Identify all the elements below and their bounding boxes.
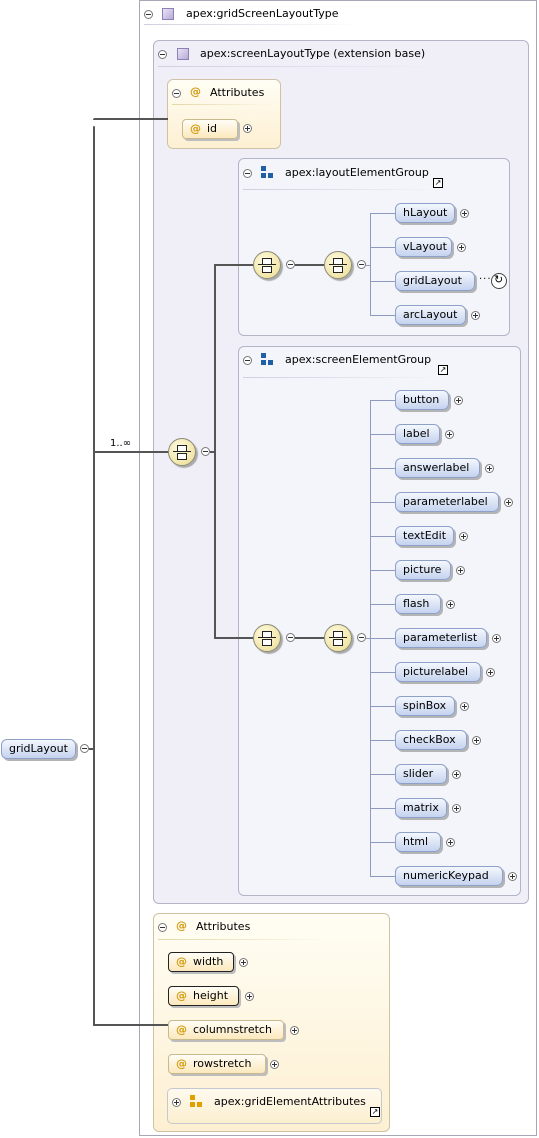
collapse-main-sequence-button[interactable] [201,447,210,456]
attribute-columnstretch[interactable]: @ columnstretch [168,1020,284,1040]
jump-arrow-icon[interactable]: ↗ [433,178,443,188]
expand-grid-element-attributes-button[interactable] [172,1098,181,1107]
expand-id-button[interactable] [243,124,252,133]
collapse-layout-choice-button[interactable] [286,260,295,269]
expand-width-button[interactable] [239,958,248,967]
attribute-id[interactable]: @ id [182,119,238,139]
sequence-compositor-icon[interactable] [324,251,352,279]
attribute-group-icon [190,1095,204,1109]
screen-element-group-frame [238,346,521,896]
collapse-screen-choice-button[interactable] [286,633,295,642]
collapse-screen-sequence-button[interactable] [357,633,366,642]
expand-answerlabel-button[interactable] [485,464,494,473]
element-label[interactable]: label [395,424,440,444]
expand-matrix-button[interactable] [452,804,461,813]
collapse-outer-type-button[interactable] [144,10,153,19]
collapse-attributes-bottom-button[interactable] [158,923,167,932]
expand-flash-button[interactable] [446,600,455,609]
screen-group-title: apex:screenElementGroup [285,353,432,366]
expand-picture-button[interactable] [456,566,465,575]
collapse-root-button[interactable] [80,744,89,753]
expand-height-button[interactable] [245,992,254,1001]
element-parameterlabel[interactable]: parameterlabel [395,492,499,512]
element-slider[interactable]: slider [395,764,447,784]
element-numerickeypad[interactable]: numericKeypad [395,866,503,886]
at-sign-icon: @ [176,955,187,968]
expand-textedit-button[interactable] [459,532,468,541]
expand-hlayout-button[interactable] [460,209,469,218]
choice-compositor-icon[interactable] [253,251,281,279]
layout-group-title: apex:layoutElementGroup [285,166,429,179]
at-sign-icon: @ [176,1023,187,1036]
group-blocks-icon [261,166,275,180]
outer-type-title: apex:gridScreenLayoutType [186,7,339,20]
grid-element-attributes-title: apex:gridElementAttributes [214,1095,366,1108]
element-vlayout[interactable]: vLayout [395,237,452,257]
attribute-width[interactable]: @ width [168,952,234,972]
element-button[interactable]: button [395,390,449,410]
element-html[interactable]: html [395,832,441,852]
jump-arrow-icon[interactable]: ↗ [438,365,448,375]
collapse-extension-button[interactable] [158,50,167,59]
expand-vlayout-button[interactable] [457,243,466,252]
element-checkbox[interactable]: checkBox [395,730,467,750]
expand-picturelabel-button[interactable] [486,668,495,677]
choice-compositor-icon[interactable] [253,624,281,652]
at-sign-icon: @ [176,989,187,1002]
at-sign-icon: @ [176,919,187,932]
expand-spinbox-button[interactable] [460,702,469,711]
cardinality-label: 1..∞ [110,438,132,449]
sequence-compositor-icon[interactable] [324,624,352,652]
expand-numerickeypad-button[interactable] [508,872,517,881]
collapse-layout-group-button[interactable] [243,169,252,178]
expand-slider-button[interactable] [452,770,461,779]
element-flash[interactable]: flash [395,594,441,614]
attributes-bottom-title: Attributes [196,920,251,933]
expand-label-button[interactable] [445,430,454,439]
recursion-icon[interactable]: ↻ [491,273,507,289]
at-sign-icon: @ [190,85,201,98]
attribute-rowstretch[interactable]: @ rowstretch [168,1054,266,1074]
expand-parameterlabel-button[interactable] [504,498,513,507]
element-parameterlist[interactable]: parameterlist [395,628,487,648]
complex-type-cube-icon [177,48,189,60]
collapse-screen-group-button[interactable] [243,356,252,365]
element-spinbox[interactable]: spinBox [395,696,455,716]
attribute-height[interactable]: @ height [168,986,239,1006]
collapse-layout-sequence-button[interactable] [357,260,366,269]
element-answerlabel[interactable]: answerlabel [395,458,480,478]
expand-html-button[interactable] [446,838,455,847]
element-picturelabel[interactable]: picturelabel [395,662,481,682]
element-picture[interactable]: picture [395,560,451,580]
expand-button-button[interactable] [454,396,463,405]
expand-rowstretch-button[interactable] [270,1060,279,1069]
jump-arrow-icon[interactable]: ↗ [370,1107,380,1117]
root-element-gridlayout[interactable]: gridLayout [1,739,76,759]
element-hlayout[interactable]: hLayout [395,203,455,223]
element-matrix[interactable]: matrix [395,798,447,818]
at-sign-icon: @ [190,122,201,135]
element-gridlayout[interactable]: gridLayout [395,271,475,291]
expand-checkbox-button[interactable] [472,736,481,745]
collapse-attributes-top-button[interactable] [172,89,181,98]
sequence-compositor-icon[interactable] [168,438,196,466]
complex-type-cube-icon [162,8,174,20]
expand-parameterlist-button[interactable] [492,634,501,643]
at-sign-icon: @ [176,1057,187,1070]
group-blocks-icon [261,353,275,367]
element-arclayout[interactable]: arcLayout [395,305,466,325]
extension-title: apex:screenLayoutType (extension base) [200,47,426,60]
expand-columnstretch-button[interactable] [290,1026,299,1035]
expand-arclayout-button[interactable] [471,311,480,320]
element-textedit[interactable]: textEdit [395,526,454,546]
attributes-top-title: Attributes [210,86,265,99]
